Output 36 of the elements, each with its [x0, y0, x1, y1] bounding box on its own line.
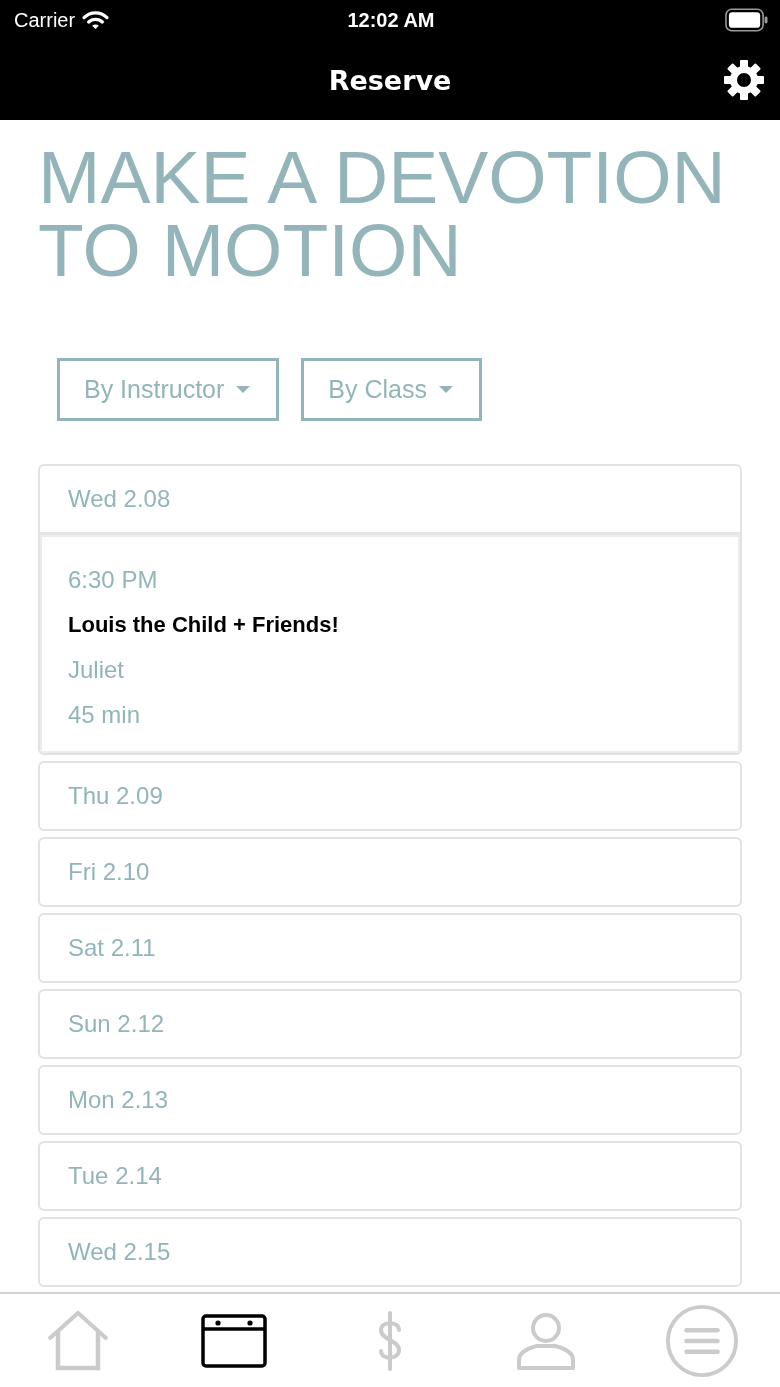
wifi-icon: [82, 10, 110, 30]
day-label: Mon 2.13: [68, 1086, 169, 1114]
day-label: Sun 2.12: [68, 1010, 165, 1038]
menu-icon[interactable]: [665, 1303, 739, 1378]
status-time: 12:02 AM: [347, 8, 435, 32]
day-card[interactable]: Sat 2.11: [38, 913, 742, 983]
instructor-name: Juliet: [68, 655, 125, 685]
caret-icon: [236, 386, 251, 393]
class-name: Louis the Child + Friends!: [68, 611, 339, 639]
home-icon[interactable]: [46, 1309, 110, 1372]
headline: MAKE A DEVOTION TO MOTION: [37, 134, 727, 287]
person-icon[interactable]: [516, 1310, 576, 1371]
carrier-name: Carrier: [14, 8, 76, 32]
day-label: Wed 2.08: [68, 485, 171, 513]
day-card[interactable]: Sun 2.12: [38, 989, 742, 1059]
day-card[interactable]: Thu 2.09: [38, 761, 742, 831]
filter-dropdown[interactable]: By Class: [301, 358, 482, 421]
day-card[interactable]: Mon 2.13: [38, 1065, 742, 1135]
filter-dropdown[interactable]: By Instructor: [57, 358, 280, 421]
day-card[interactable]: Wed 2.08 6:30 PM Louis the Child + Friends! Juliet 45 min: [38, 464, 742, 755]
calendar-icon[interactable]: [201, 1313, 267, 1368]
nav-title: Reserve: [328, 64, 452, 96]
class-time: 6:30 PM: [68, 565, 158, 595]
caret-icon: [438, 386, 453, 393]
class-card[interactable]: 6:30 PM Louis the Child + Friends! Juliet 45 min: [40, 535, 740, 753]
day-card[interactable]: Wed 2.15: [38, 1217, 742, 1287]
day-card[interactable]: Fri 2.10: [38, 837, 742, 907]
day-label: Thu 2.09: [68, 782, 163, 810]
day-label: Wed 2.15: [68, 1238, 171, 1266]
day-label: Sat 2.11: [68, 934, 156, 962]
class-duration: 45 min: [68, 700, 141, 730]
battery-icon: [725, 8, 768, 32]
day-label: Tue 2.14: [68, 1162, 162, 1190]
settings-icon[interactable]: [724, 60, 764, 100]
day-label: Fri 2.10: [68, 858, 150, 886]
day-card[interactable]: Tue 2.14: [38, 1141, 742, 1211]
